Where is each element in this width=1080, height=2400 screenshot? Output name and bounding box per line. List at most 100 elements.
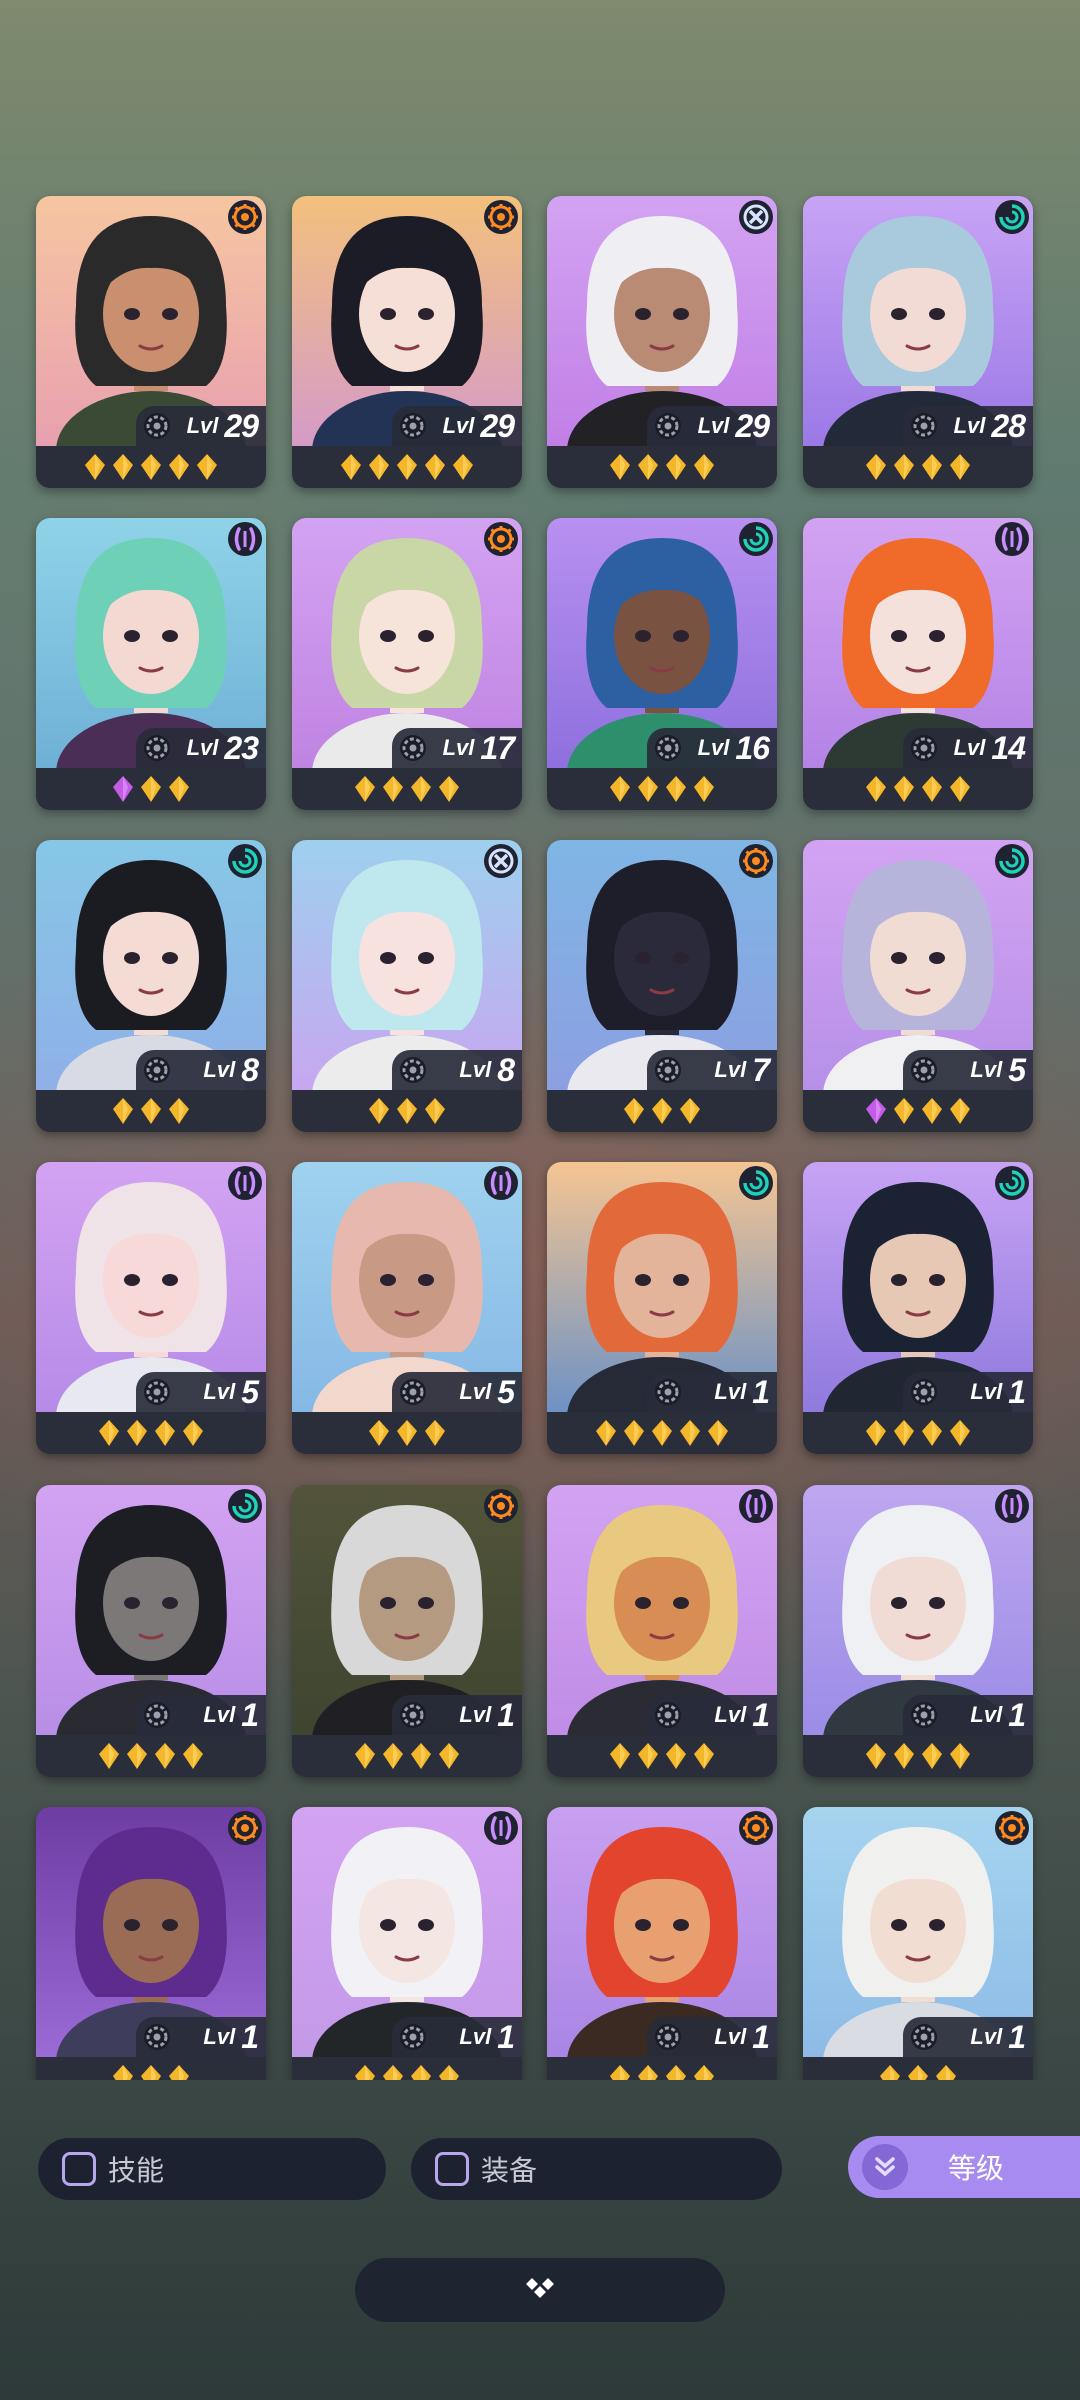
hero-card[interactable]: Lvl 29 [36, 196, 266, 488]
hero-card[interactable]: Lvl 28 [803, 196, 1033, 488]
cross-class-icon [739, 200, 773, 234]
level-prefix: Lvl [459, 2024, 492, 2049]
gold-gem-icon [893, 775, 915, 803]
star-rating [292, 450, 522, 484]
level-number: 29 [480, 407, 515, 444]
hero-card[interactable]: Lvl 8 [36, 840, 266, 1132]
level-sort-button[interactable]: 等级 [848, 2136, 1080, 2198]
hero-card[interactable]: Lvl 17 [292, 518, 522, 810]
gold-gem-icon [168, 775, 190, 803]
hero-card[interactable]: Lvl 5 [36, 1162, 266, 1454]
hero-card[interactable]: Lvl 1 [803, 1807, 1033, 2080]
gold-gem-icon [893, 1742, 915, 1770]
skill-filter-button[interactable]: 技能 [38, 2138, 386, 2200]
level-prefix: Lvl [459, 1702, 492, 1727]
hero-card[interactable]: Lvl 1 [547, 1485, 777, 1777]
gold-gem-icon [665, 2064, 687, 2080]
gold-gem-icon [140, 775, 162, 803]
hero-card[interactable]: Lvl 1 [547, 1807, 777, 2080]
level-prefix: Lvl [953, 735, 986, 760]
level-prefix: Lvl [186, 735, 219, 760]
level-tag: Lvl 5 [136, 1372, 266, 1412]
gold-gem-icon [452, 453, 474, 481]
level-tag: Lvl 29 [647, 406, 777, 446]
level-prefix: Lvl [970, 1057, 1003, 1082]
gear-icon [398, 1700, 428, 1730]
gold-gem-icon [438, 775, 460, 803]
gold-gem-icon [396, 1097, 418, 1125]
bracket-class-icon [484, 1811, 518, 1845]
gold-gem-icon [424, 453, 446, 481]
hero-card[interactable]: Lvl 5 [803, 840, 1033, 1132]
level-prefix: Lvl [459, 1379, 492, 1404]
hero-card[interactable]: Lvl 1 [36, 1807, 266, 2080]
hero-card[interactable]: Lvl 14 [803, 518, 1033, 810]
level-tag: Lvl 28 [903, 406, 1033, 446]
level-number: 8 [241, 1051, 259, 1088]
gold-gem-icon [665, 1742, 687, 1770]
gold-gem-icon [637, 775, 659, 803]
hero-grid: Lvl 29 Lvl 29 Lvl 29 Lvl 28 Lvl 23 Lvl 1… [0, 0, 1080, 2080]
gold-gem-icon [893, 1097, 915, 1125]
gold-gem-icon [168, 453, 190, 481]
hero-card[interactable]: Lvl 29 [292, 196, 522, 488]
level-number: 5 [241, 1373, 259, 1410]
level-number: 7 [752, 1051, 770, 1088]
gold-gem-icon [679, 1419, 701, 1447]
gold-gem-icon [921, 775, 943, 803]
level-number: 1 [497, 1696, 515, 1733]
gold-gem-icon [623, 1097, 645, 1125]
hero-card[interactable]: Lvl 1 [36, 1485, 266, 1777]
hero-card[interactable]: Lvl 23 [36, 518, 266, 810]
level-prefix: Lvl [714, 2024, 747, 2049]
collapse-toggle-button[interactable] [355, 2258, 725, 2322]
gold-gem-icon [651, 1419, 673, 1447]
gold-gem-icon [949, 1742, 971, 1770]
star-rating [292, 1094, 522, 1128]
level-prefix: Lvl [697, 413, 730, 438]
gold-gem-icon [354, 2064, 376, 2080]
hero-card[interactable]: Lvl 1 [292, 1485, 522, 1777]
star-rating [547, 2061, 777, 2080]
gold-gem-icon [424, 1419, 446, 1447]
equipment-filter-button[interactable]: 装备 [411, 2138, 782, 2200]
equipment-checkbox[interactable] [435, 2152, 469, 2186]
level-tag: Lvl 14 [903, 728, 1033, 768]
skill-checkbox[interactable] [62, 2152, 96, 2186]
gold-gem-icon [865, 1742, 887, 1770]
gear-icon [909, 1700, 939, 1730]
gold-gem-icon [693, 2064, 715, 2080]
hero-card[interactable]: Lvl 1 [803, 1162, 1033, 1454]
swirl-class-icon [739, 1166, 773, 1200]
hero-card[interactable]: Lvl 8 [292, 840, 522, 1132]
gold-gem-icon [949, 1419, 971, 1447]
level-tag: Lvl 1 [647, 1372, 777, 1412]
gold-gem-icon [921, 1097, 943, 1125]
gold-gem-icon [112, 2064, 134, 2080]
gold-gem-icon [949, 1097, 971, 1125]
gear-icon [909, 733, 939, 763]
gold-gem-icon [126, 1419, 148, 1447]
hero-card[interactable]: Lvl 7 [547, 840, 777, 1132]
star-rating [292, 1739, 522, 1773]
gold-gem-icon [935, 2064, 957, 2080]
level-tag: Lvl 29 [136, 406, 266, 446]
hero-card[interactable]: Lvl 1 [547, 1162, 777, 1454]
gold-gem-icon [396, 453, 418, 481]
star-rating [803, 1739, 1033, 1773]
level-number: 29 [224, 407, 259, 444]
level-prefix: Lvl [203, 2024, 236, 2049]
gear-icon [653, 1055, 683, 1085]
hero-card[interactable]: Lvl 1 [803, 1485, 1033, 1777]
hero-card[interactable]: Lvl 29 [547, 196, 777, 488]
gold-gem-icon [182, 1742, 204, 1770]
hero-card[interactable]: Lvl 5 [292, 1162, 522, 1454]
gold-gem-icon [609, 1742, 631, 1770]
star-rating [36, 2061, 266, 2080]
skill-filter-label: 技能 [108, 2155, 165, 2186]
gold-gem-icon [707, 1419, 729, 1447]
gold-gem-icon [865, 453, 887, 481]
hero-card[interactable]: Lvl 1 [292, 1807, 522, 2080]
gear-icon [398, 2022, 428, 2052]
hero-card[interactable]: Lvl 16 [547, 518, 777, 810]
